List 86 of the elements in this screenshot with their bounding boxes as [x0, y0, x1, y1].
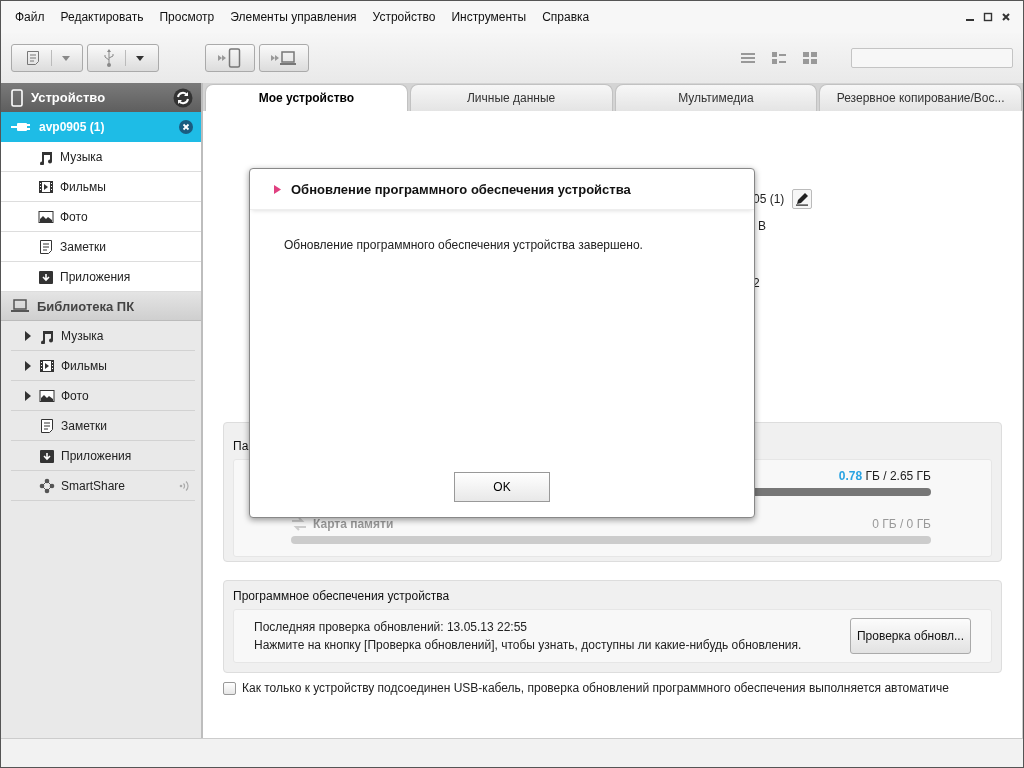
memory-reading: 0 ГБ / 0 ГБ [872, 517, 931, 531]
item-label: Фильмы [61, 358, 107, 373]
caret-icon [135, 55, 144, 61]
sidebar-item[interactable]: Приложения [1, 262, 201, 292]
menu-item[interactable]: Устройство [364, 10, 444, 24]
picture-icon [39, 387, 55, 404]
device-detail-text: B [758, 219, 766, 233]
menu-item[interactable]: Элементы управления [222, 10, 365, 24]
card-transfer-icon [291, 517, 307, 531]
checkbox-label: Как только к устройству подсоединен USB-кабель, проверка обновлений программного обеспечения выполняется автоматиче [242, 681, 949, 695]
hint-text: Нажмите на кнопку [Проверка обновлений], чтобы узнать, доступны ли какие-нибудь обновления. [254, 638, 803, 652]
library-item[interactable]: Музыка [11, 321, 195, 351]
picture-icon [38, 208, 54, 225]
checkbox[interactable] [223, 681, 236, 695]
phone-icon [11, 88, 23, 107]
tab[interactable]: Мое устройство [205, 84, 408, 111]
item-label: SmartShare [61, 478, 126, 493]
device-section-header[interactable]: Устройство [1, 83, 201, 112]
film-icon [39, 357, 55, 374]
disconnect-icon[interactable] [179, 120, 193, 134]
menu-item[interactable]: Редактировать [52, 10, 152, 24]
laptop-transfer-icon [270, 49, 298, 67]
list-dropdown-button[interactable] [11, 44, 83, 72]
check-updates-button[interactable]: Проверка обновл... [849, 618, 971, 654]
item-label: Фото [61, 388, 89, 403]
menu-item[interactable]: Файл [7, 10, 53, 24]
caret-icon [61, 55, 70, 61]
item-label: Заметки [61, 418, 107, 433]
menu-item[interactable]: Инструменты [443, 10, 535, 24]
phone-transfer-icon [217, 48, 243, 68]
sidebar-item[interactable]: Музыка [1, 142, 201, 172]
section-title: Устройство [31, 90, 106, 105]
edit-button[interactable] [792, 189, 813, 209]
download-icon [38, 268, 54, 285]
device-name: avp0905 (1) [39, 120, 105, 134]
share-icon [39, 477, 55, 494]
tab[interactable]: Личные данные [409, 84, 613, 111]
sidebar-item[interactable]: Заметки [1, 232, 201, 262]
panel-title: Программное обеспечения устройства [233, 588, 451, 605]
menu-item[interactable]: Справка [534, 10, 598, 24]
section-title: Библиотека ПК [37, 298, 135, 314]
item-label: Заметки [60, 239, 106, 254]
dialog-title: Обновление программного обеспечения устройства [291, 181, 631, 197]
memory-reading: 0.78 ГБ / 2.65 ГБ [838, 469, 931, 483]
document-icon [24, 50, 41, 66]
plug-icon [11, 121, 31, 133]
maximize-icon[interactable] [983, 12, 993, 22]
item-label: Музыка [61, 328, 104, 343]
card-label: Карта памяти [313, 517, 394, 531]
send-to-pc-button[interactable] [259, 44, 309, 72]
panel-title: Па [233, 438, 250, 455]
item-label: Фото [60, 209, 88, 224]
library-item[interactable]: Приложения [11, 441, 195, 471]
refresh-icon[interactable] [173, 87, 193, 108]
film-icon [38, 178, 54, 195]
note-icon [38, 238, 54, 255]
item-label: Фильмы [60, 179, 106, 194]
item-label: Приложения [61, 448, 132, 463]
library-item[interactable]: Фильмы [11, 351, 195, 381]
pencil-icon [795, 192, 810, 206]
usb-icon [102, 49, 115, 67]
send-to-phone-button[interactable] [205, 44, 255, 72]
library-section-header[interactable]: Библиотека ПК [1, 292, 201, 321]
note-icon [39, 417, 55, 434]
menu-item[interactable]: Просмотр [151, 10, 223, 24]
expand-arrow-icon[interactable] [25, 360, 31, 371]
ok-button[interactable]: OK [454, 472, 550, 502]
item-label: Приложения [60, 269, 131, 284]
library-item[interactable]: Заметки [11, 411, 195, 441]
dialog-message: Обновление программного обеспечения устройства завершено. [283, 237, 644, 252]
expand-arrow-icon[interactable] [25, 330, 31, 341]
sidebar-item[interactable]: Фото [1, 202, 201, 232]
tab[interactable]: Резервное копирование/Вос... [819, 84, 1022, 111]
tab[interactable]: Мультимедиа [614, 84, 818, 111]
expand-arrow-icon[interactable] [25, 390, 31, 401]
item-label: Музыка [60, 149, 103, 164]
last-check-text: Последняя проверка обновлений: 13.05.13 22:55 [254, 620, 529, 634]
signal-icon [179, 479, 189, 492]
library-item[interactable]: Фото [11, 381, 195, 411]
laptop-icon [11, 299, 29, 313]
search-field[interactable] [851, 48, 1013, 68]
sidebar-item[interactable]: Фильмы [1, 172, 201, 202]
download-icon [39, 447, 55, 464]
triangle-icon [274, 184, 281, 194]
library-item[interactable]: SmartShare [11, 471, 195, 501]
close-icon[interactable] [1001, 12, 1011, 22]
